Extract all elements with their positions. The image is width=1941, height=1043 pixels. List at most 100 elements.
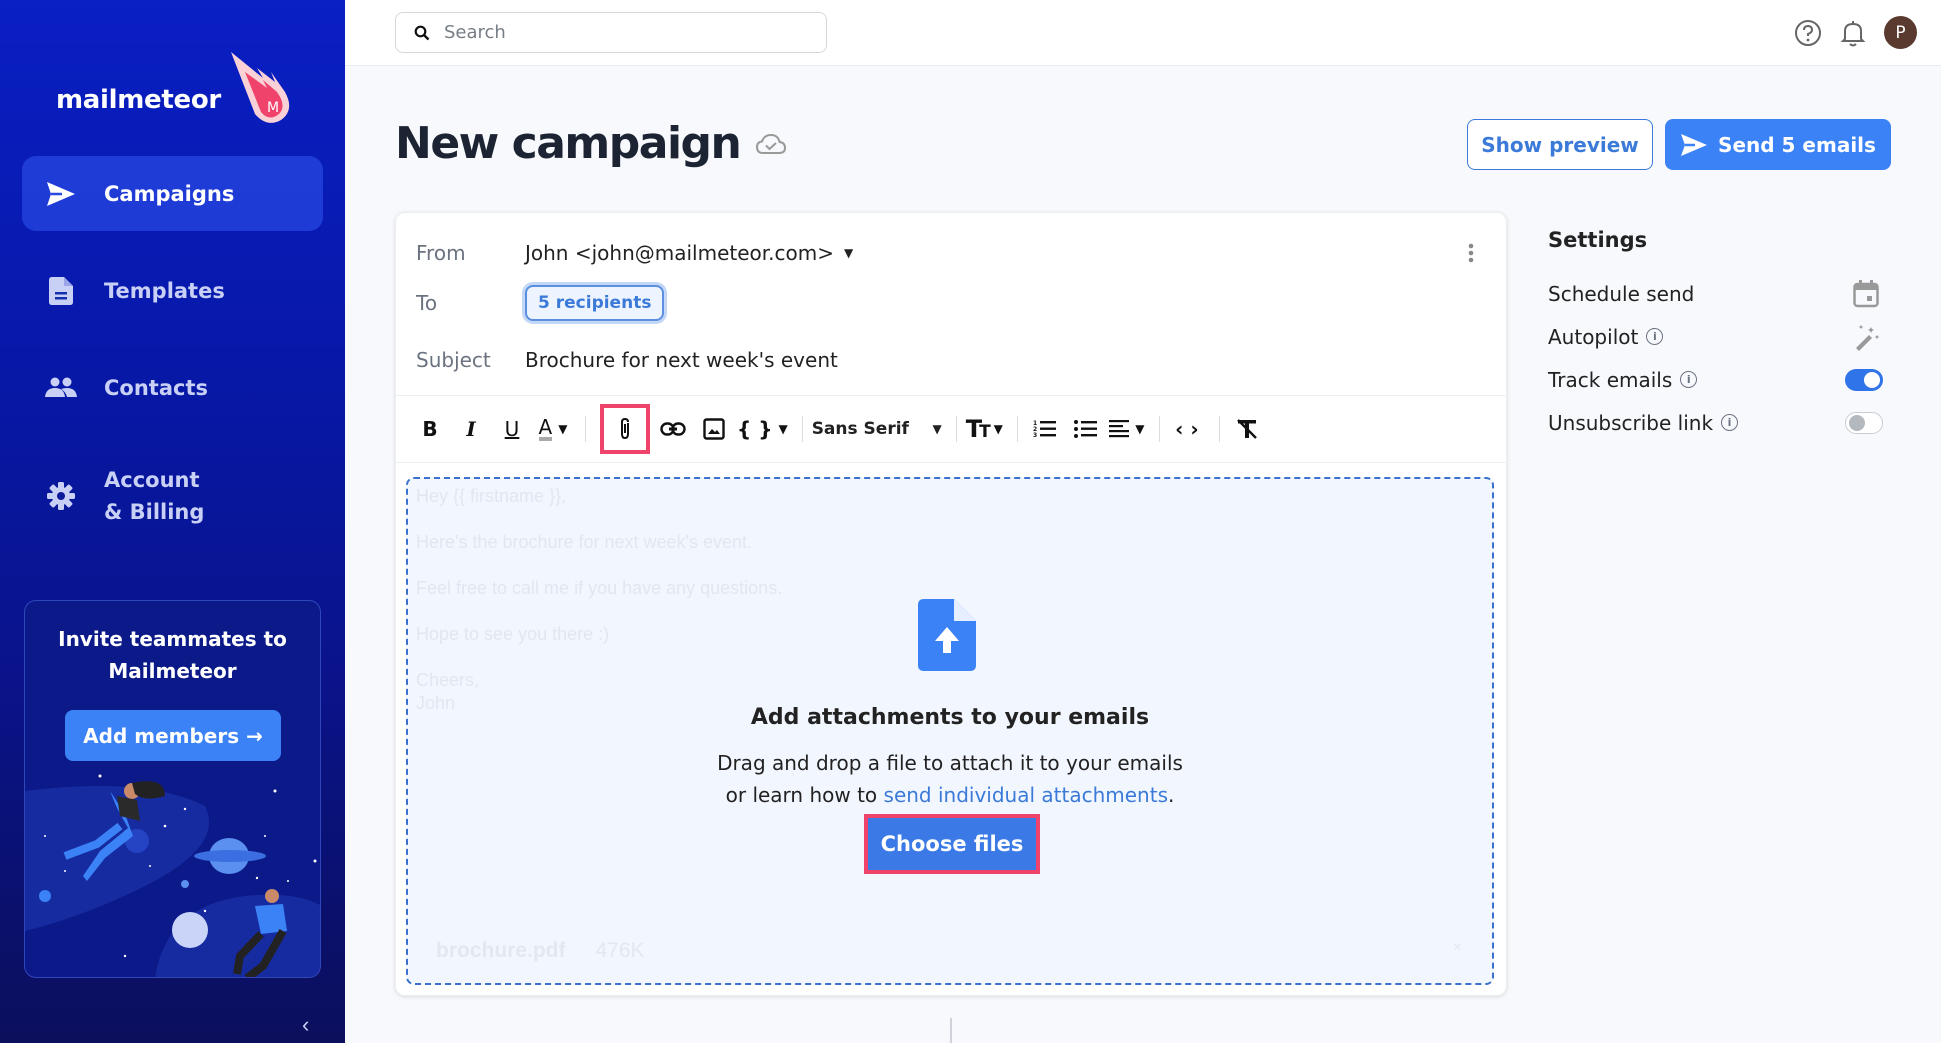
calendar-icon[interactable]: [1853, 279, 1879, 308]
logo[interactable]: mailmeteor M: [56, 48, 295, 128]
more-options-icon[interactable]: [1468, 243, 1474, 263]
title-line: Mailmeteor: [108, 659, 237, 683]
dropzone-line: Drag and drop a file to attach it to you…: [717, 751, 1183, 775]
sidebar-item-label: Contacts: [104, 375, 208, 400]
track-emails-toggle[interactable]: [1845, 368, 1883, 391]
email-body-ghost: Hey {{ firstname }}, Here's the brochure…: [416, 485, 782, 715]
image-icon: [703, 418, 725, 440]
add-members-button[interactable]: Add members →: [65, 710, 281, 761]
info-icon[interactable]: i: [1680, 371, 1698, 388]
track-emails-row: Track emails i: [1548, 358, 1883, 401]
body-line: Feel free to call me if you have any que…: [416, 578, 783, 598]
formatting-toolbar: B I U A▼ { }▼ Sans Serif▼ TT▼ 123 ▼: [396, 395, 1506, 463]
caret-down-icon: ▼: [843, 246, 854, 260]
email-composer: From John <john@mailmeteor.com> ▼ To 5 r…: [395, 212, 1507, 996]
italic-icon: I: [466, 417, 476, 441]
attachment-dropzone[interactable]: Hey {{ firstname }}, Here's the brochure…: [406, 477, 1494, 985]
underline-button[interactable]: U: [494, 407, 530, 451]
choose-files-button[interactable]: Choose files: [868, 818, 1036, 870]
document-icon: [44, 276, 78, 305]
link-button[interactable]: [655, 407, 691, 451]
settings-title: Settings: [1548, 228, 1648, 252]
code-button[interactable]: ‹ ›: [1169, 407, 1205, 451]
sidebar-item-label: Campaigns: [104, 181, 235, 206]
subject-input[interactable]: Brochure for next week's event: [525, 348, 838, 372]
body-line: Cheers,: [416, 670, 480, 690]
numbered-list-icon: 123: [1033, 420, 1056, 439]
show-preview-button[interactable]: Show preview: [1467, 119, 1653, 170]
help-icon[interactable]: [1794, 19, 1822, 47]
toolbar-divider: [1016, 416, 1018, 442]
caret-down-icon: ▼: [1135, 422, 1145, 436]
from-value: John <john@mailmeteor.com>: [525, 241, 834, 265]
invite-title: Invite teammates to Mailmeteor: [25, 623, 320, 687]
send-emails-button[interactable]: Send 5 emails: [1665, 119, 1891, 170]
meteor-logo-icon: M: [230, 52, 290, 123]
remove-attachment-icon: ×: [1452, 939, 1462, 956]
setting-label-text: Track emails: [1548, 367, 1673, 392]
dropzone-line: or learn how to: [725, 783, 884, 807]
svg-text:M: M: [267, 100, 279, 116]
invite-card: Invite teammates to Mailmeteor Add membe…: [24, 600, 321, 978]
page-title: New campaign: [395, 118, 742, 169]
avatar[interactable]: P: [1884, 16, 1917, 49]
sidebar-item-campaigns[interactable]: Campaigns: [22, 156, 323, 231]
send-label: Send 5 emails: [1718, 132, 1876, 157]
variables-button[interactable]: { } ▼: [737, 407, 788, 451]
space-illustration: [25, 774, 320, 977]
info-icon[interactable]: i: [1646, 328, 1664, 345]
setting-label-text: Autopilot: [1548, 324, 1639, 349]
toolbar-divider: [1218, 416, 1220, 442]
clear-formatting-button[interactable]: [1229, 407, 1265, 451]
setting-label-text: Unsubscribe link: [1548, 410, 1714, 435]
autopilot-row[interactable]: Autopilot i: [1548, 315, 1883, 358]
attachment-ghost: brochure.pdf 476K: [436, 939, 645, 963]
setting-label: Autopilot i: [1548, 324, 1664, 349]
setting-label: Track emails i: [1548, 367, 1698, 392]
sidebar: mailmeteor M Campaigns Templates Contact…: [0, 0, 345, 1043]
link-icon: [660, 422, 686, 436]
toolbar-divider: [955, 416, 957, 442]
punctuation: .: [1168, 783, 1175, 807]
unsubscribe-link-toggle[interactable]: [1845, 411, 1883, 434]
sidebar-item-account-billing[interactable]: Account & Billing: [22, 458, 323, 533]
numbered-list-button[interactable]: 123: [1027, 407, 1063, 451]
search-input[interactable]: [444, 22, 804, 43]
text-size-button[interactable]: TT ▼: [966, 407, 1003, 451]
search-bar[interactable]: [395, 12, 827, 53]
logo-text: mailmeteor: [56, 85, 221, 115]
schedule-send-row[interactable]: Schedule send: [1548, 272, 1883, 315]
title-line: Invite teammates to: [58, 627, 287, 651]
code-icon: ‹ ›: [1175, 417, 1199, 441]
align-left-icon: [1109, 420, 1130, 438]
image-button[interactable]: [696, 407, 732, 451]
from-select[interactable]: John <john@mailmeteor.com> ▼: [525, 241, 853, 265]
caret-down-icon: ▼: [932, 422, 942, 436]
bell-icon[interactable]: [1840, 19, 1866, 47]
align-button[interactable]: ▼: [1109, 407, 1145, 451]
body-line: Hey {{ firstname }},: [416, 486, 567, 506]
font-family-select[interactable]: Sans Serif ▼: [812, 407, 942, 451]
divider: [950, 1018, 952, 1043]
svg-text:3: 3: [1033, 432, 1037, 439]
label-line: & Billing: [104, 499, 205, 524]
unsubscribe-link-row: Unsubscribe link i: [1548, 401, 1883, 444]
recipients-chip[interactable]: 5 recipients: [525, 285, 665, 321]
toolbar-divider: [585, 416, 586, 442]
attachment-button[interactable]: [600, 404, 650, 454]
text-color-button[interactable]: A ▼: [535, 407, 571, 451]
info-icon[interactable]: i: [1721, 414, 1739, 431]
caret-down-icon: ▼: [993, 422, 1003, 436]
people-icon: [44, 377, 78, 399]
bulleted-list-button[interactable]: [1068, 407, 1104, 451]
bold-icon: B: [422, 417, 438, 441]
sidebar-item-contacts[interactable]: Contacts: [22, 350, 323, 425]
cloud-check-icon: [756, 133, 786, 154]
magic-wand-icon[interactable]: [1852, 323, 1880, 351]
search-icon: [414, 25, 430, 40]
individual-attachments-link[interactable]: send individual attachments: [884, 783, 1168, 807]
chevron-left-icon[interactable]: ‹: [302, 1012, 309, 1038]
italic-button[interactable]: I: [453, 407, 489, 451]
sidebar-item-templates[interactable]: Templates: [22, 253, 323, 328]
bold-button[interactable]: B: [412, 407, 448, 451]
